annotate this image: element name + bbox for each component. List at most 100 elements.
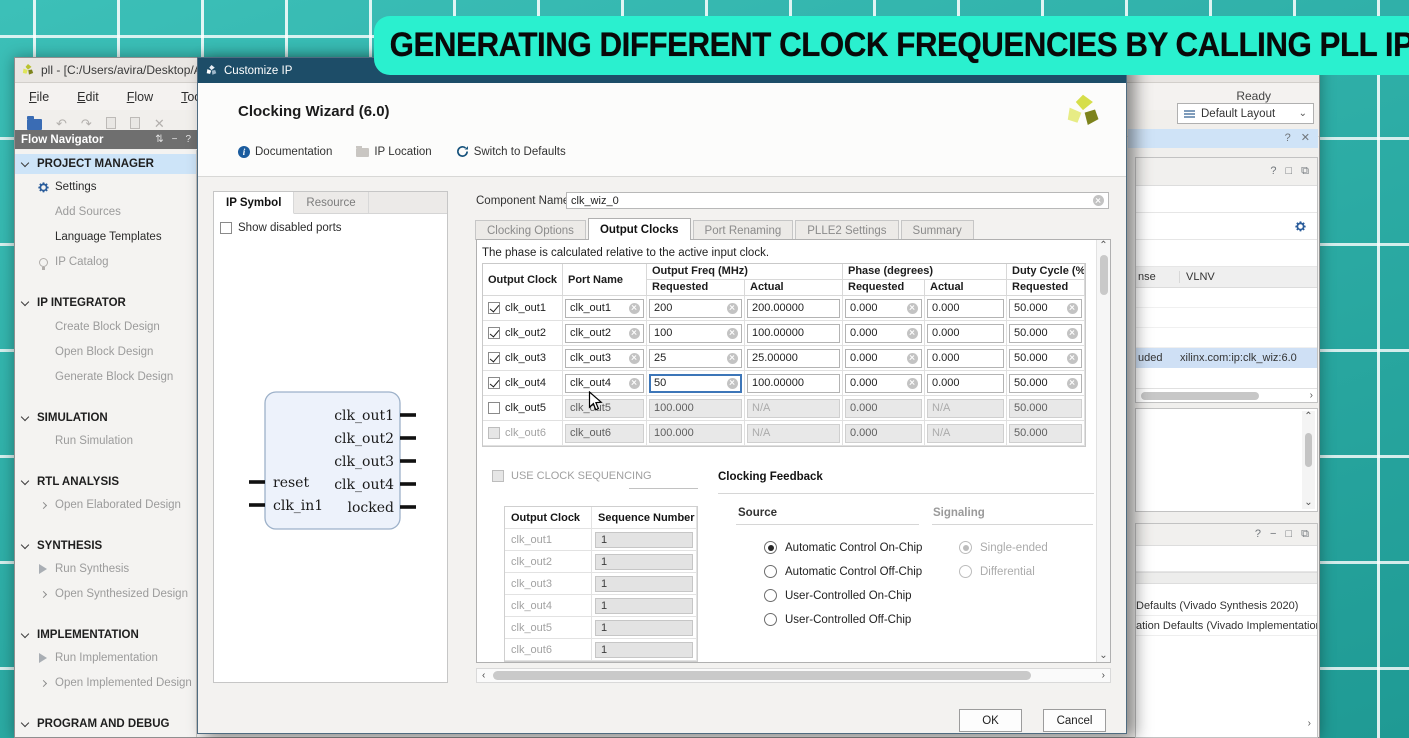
sidebar-item-settings[interactable]: Settings bbox=[15, 177, 196, 197]
scroll-left-icon[interactable]: ‹ bbox=[477, 671, 490, 681]
paste-icon[interactable] bbox=[130, 117, 140, 129]
sidebar-section-project-manager[interactable]: PROJECT MANAGER bbox=[15, 154, 196, 174]
checkbox[interactable] bbox=[220, 222, 232, 234]
delete-icon[interactable]: ✕ bbox=[154, 117, 165, 130]
sidebar-section-ip-integrator[interactable]: IP INTEGRATOR bbox=[15, 293, 196, 313]
freq-requested-input-focused[interactable]: 50 bbox=[649, 374, 742, 393]
scroll-right-icon[interactable]: › bbox=[1308, 718, 1311, 729]
minimize-icon[interactable]: − bbox=[172, 134, 178, 145]
radio-automatic-control-off-chip[interactable]: Automatic Control Off-Chip bbox=[764, 565, 922, 578]
help-icon[interactable]: ? bbox=[1270, 166, 1276, 177]
checkbox[interactable] bbox=[488, 302, 500, 314]
clear-icon[interactable] bbox=[727, 378, 738, 389]
collapse-icon[interactable]: ⇅ bbox=[155, 134, 163, 145]
component-name-input[interactable]: clk_wiz_0 bbox=[566, 192, 1109, 209]
clear-icon[interactable] bbox=[1067, 328, 1078, 339]
redo-icon[interactable]: ↷ bbox=[81, 117, 92, 130]
vlnv-column-header[interactable]: VLNV bbox=[1180, 271, 1215, 283]
cancel-button[interactable]: Cancel bbox=[1043, 709, 1106, 732]
scrollbar-thumb[interactable] bbox=[493, 671, 1031, 680]
scroll-right-icon[interactable]: › bbox=[1097, 671, 1110, 681]
selected-ip-row[interactable]: uded xilinx.com:ip:clk_wiz:6.0 bbox=[1136, 348, 1317, 368]
sidebar-item-run-simulation[interactable]: Run Simulation bbox=[15, 431, 196, 451]
phase-requested-input[interactable]: 0.000 bbox=[845, 374, 922, 393]
horizontal-scrollbar[interactable]: ‹ › bbox=[476, 668, 1111, 683]
ip-location-link[interactable]: IP Location bbox=[356, 146, 431, 158]
help-icon[interactable]: ? bbox=[185, 134, 191, 145]
port-name-input[interactable]: clk_out1 bbox=[565, 299, 644, 318]
clear-icon[interactable] bbox=[1067, 378, 1078, 389]
tab-summary[interactable]: Summary bbox=[901, 220, 974, 240]
radio-icon[interactable] bbox=[764, 565, 777, 578]
documentation-link[interactable]: i Documentation bbox=[238, 146, 332, 158]
checkbox[interactable] bbox=[488, 402, 500, 414]
clear-icon[interactable] bbox=[907, 378, 918, 389]
sidebar-item-ip-catalog[interactable]: IP Catalog bbox=[15, 252, 196, 272]
ok-button[interactable]: OK bbox=[959, 709, 1022, 732]
tab-clocking-options[interactable]: Clocking Options bbox=[475, 220, 586, 240]
scroll-down-icon[interactable]: ⌄ bbox=[1304, 497, 1312, 509]
phase-requested-input[interactable]: 0.000 bbox=[845, 324, 922, 343]
menu-flow[interactable]: Flow bbox=[127, 90, 153, 104]
checkbox[interactable] bbox=[488, 327, 500, 339]
scrollbar-thumb[interactable] bbox=[1100, 255, 1108, 295]
show-disabled-ports[interactable]: Show disabled ports bbox=[214, 214, 447, 234]
phase-requested-input[interactable]: 0.000 bbox=[845, 299, 922, 318]
sidebar-item-generate-block-design[interactable]: Generate Block Design bbox=[15, 367, 196, 387]
open-project-icon[interactable] bbox=[27, 119, 42, 130]
license-column-header[interactable]: nse bbox=[1136, 271, 1180, 283]
menu-file[interactable]: File bbox=[29, 90, 49, 104]
sidebar-item-open-implemented-design[interactable]: Open Implemented Design bbox=[15, 673, 196, 693]
undo-icon[interactable]: ↶ bbox=[56, 117, 67, 130]
sidebar-section-program-and-debug[interactable]: PROGRAM AND DEBUG bbox=[15, 714, 196, 734]
clear-icon[interactable] bbox=[1067, 303, 1078, 314]
float-icon[interactable]: ⧉ bbox=[1301, 166, 1309, 177]
horizontal-scrollbar[interactable]: › bbox=[1136, 388, 1317, 402]
copy-icon[interactable] bbox=[106, 117, 116, 129]
sidebar-item-create-block-design[interactable]: Create Block Design bbox=[15, 317, 196, 337]
clear-icon[interactable] bbox=[629, 353, 640, 364]
clear-icon[interactable] bbox=[727, 328, 738, 339]
synthesis-defaults-row[interactable]: Defaults (Vivado Synthesis 2020) bbox=[1136, 596, 1317, 616]
scrollbar-thumb[interactable] bbox=[1305, 433, 1312, 467]
clear-icon[interactable] bbox=[907, 328, 918, 339]
implementation-defaults-row[interactable]: ation Defaults (Vivado Implementation 2 bbox=[1136, 616, 1317, 636]
sidebar-item-add-sources[interactable]: Add Sources bbox=[15, 202, 196, 222]
port-name-input[interactable]: clk_out3 bbox=[565, 349, 644, 368]
checkbox[interactable] bbox=[488, 352, 500, 364]
freq-requested-input[interactable]: 25 bbox=[649, 349, 742, 368]
sidebar-item-open-elaborated-design[interactable]: Open Elaborated Design bbox=[15, 495, 196, 515]
clear-icon[interactable] bbox=[907, 303, 918, 314]
sidebar-item-run-implementation[interactable]: Run Implementation bbox=[15, 648, 196, 668]
clear-icon[interactable] bbox=[629, 378, 640, 389]
clear-icon[interactable] bbox=[1067, 353, 1078, 364]
port-name-input[interactable]: clk_out2 bbox=[565, 324, 644, 343]
sidebar-item-open-block-design[interactable]: Open Block Design bbox=[15, 342, 196, 362]
vertical-scrollbar[interactable]: ⌃ ⌄ bbox=[1096, 240, 1110, 662]
radio-icon[interactable] bbox=[764, 613, 777, 626]
scroll-right-icon[interactable]: › bbox=[1310, 390, 1313, 401]
duty-requested-input[interactable]: 50.000 bbox=[1009, 324, 1082, 343]
menu-edit[interactable]: Edit bbox=[77, 90, 99, 104]
sidebar-item-language-templates[interactable]: Language Templates bbox=[15, 227, 196, 247]
checkbox[interactable] bbox=[488, 377, 500, 389]
radio-user-controlled-off-chip[interactable]: User-Controlled Off-Chip bbox=[764, 613, 911, 626]
tab-ip-symbol[interactable]: IP Symbol bbox=[214, 192, 294, 214]
clear-icon[interactable] bbox=[907, 353, 918, 364]
sidebar-item-open-synthesized-design[interactable]: Open Synthesized Design bbox=[15, 584, 196, 604]
radio-automatic-control-on-chip[interactable]: Automatic Control On-Chip bbox=[764, 541, 922, 554]
sidebar-section-rtl-analysis[interactable]: RTL ANALYSIS bbox=[15, 472, 196, 492]
tab-plle2-settings[interactable]: PLLE2 Settings bbox=[795, 220, 898, 240]
close-icon[interactable]: ✕ bbox=[1301, 133, 1310, 144]
clear-icon[interactable] bbox=[629, 303, 640, 314]
duty-requested-input[interactable]: 50.000 bbox=[1009, 349, 1082, 368]
maximize-icon[interactable]: □ bbox=[1285, 166, 1292, 177]
radio-user-controlled-on-chip[interactable]: User-Controlled On-Chip bbox=[764, 589, 912, 602]
scrollbar-thumb[interactable] bbox=[1141, 392, 1259, 400]
sidebar-section-implementation[interactable]: IMPLEMENTATION bbox=[15, 625, 196, 645]
help-icon[interactable]: ? bbox=[1255, 529, 1261, 540]
tab-port-renaming[interactable]: Port Renaming bbox=[693, 220, 794, 240]
duty-requested-input[interactable]: 50.000 bbox=[1009, 299, 1082, 318]
clear-icon[interactable] bbox=[727, 303, 738, 314]
maximize-icon[interactable]: □ bbox=[1285, 529, 1292, 540]
